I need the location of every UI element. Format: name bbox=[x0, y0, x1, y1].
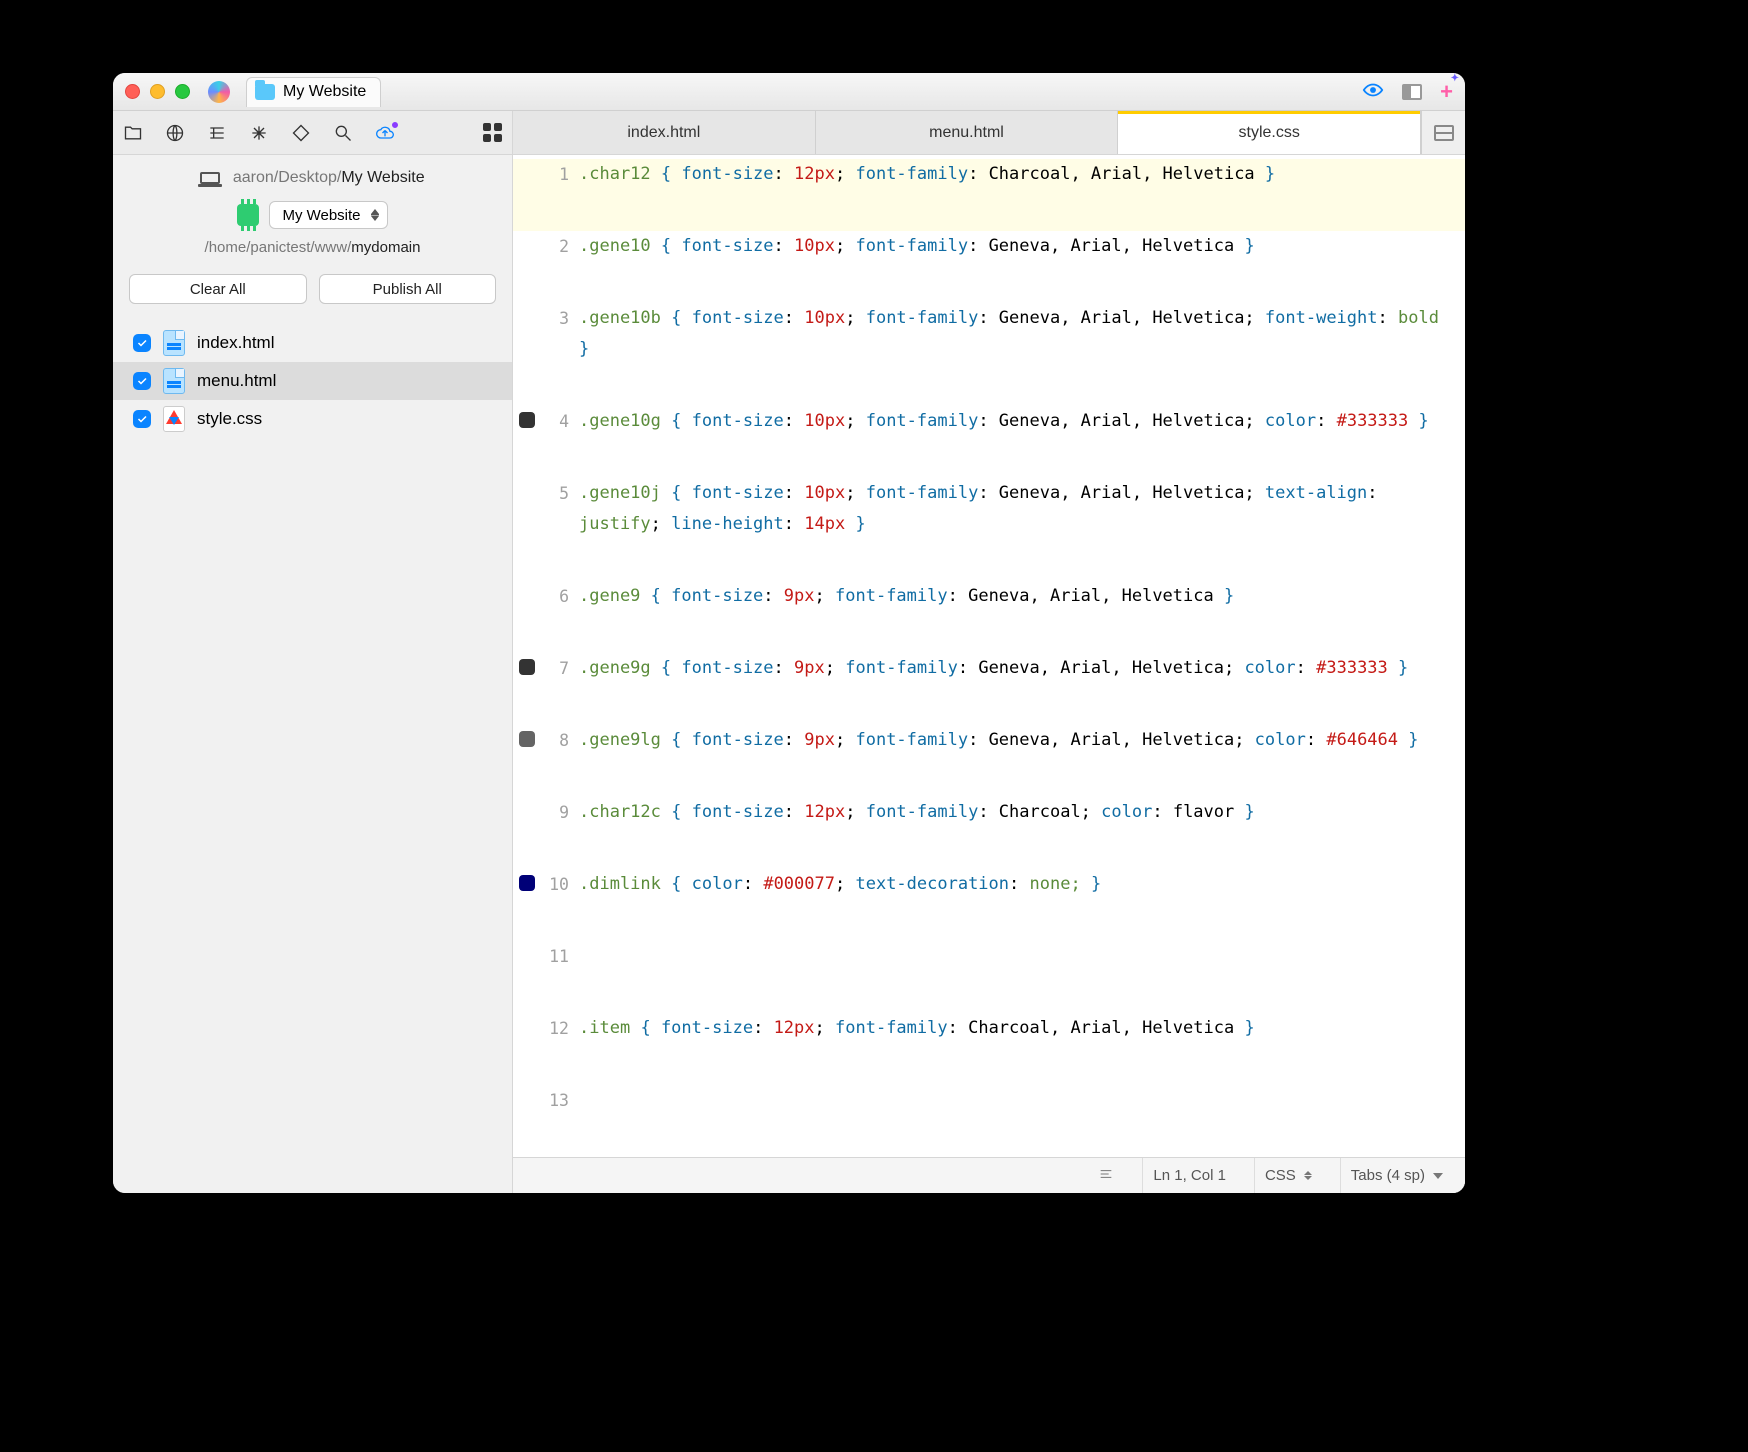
clear-all-button[interactable]: Clear All bbox=[129, 274, 307, 304]
code-line[interactable]: .gene10 { font-size: 10px; font-family: … bbox=[579, 231, 1465, 303]
indent-label: Tabs (4 sp) bbox=[1351, 1167, 1425, 1184]
code-line[interactable]: .gene10g { font-size: 10px; font-family:… bbox=[579, 406, 1465, 478]
cursor-position[interactable]: Ln 1, Col 1 bbox=[1142, 1158, 1236, 1193]
server-chip-icon bbox=[237, 204, 259, 226]
laptop-icon bbox=[200, 172, 220, 184]
file-type-icon bbox=[163, 330, 185, 356]
zoom-window-button[interactable] bbox=[175, 84, 190, 99]
window-title: My Website bbox=[283, 83, 366, 101]
app-window: My Website + bbox=[113, 73, 1465, 1193]
editor-tabbar: index.htmlmenu.htmlstyle.css bbox=[513, 111, 1465, 155]
file-checkbox[interactable] bbox=[133, 334, 151, 352]
project-select-value: My Website bbox=[282, 207, 360, 224]
local-path-breadcrumb[interactable]: aaron/Desktop/My Website bbox=[113, 155, 512, 197]
publish-file-list: index.html menu.html style.css bbox=[113, 318, 512, 444]
new-tab-icon[interactable]: + bbox=[1440, 79, 1453, 105]
folder-icon bbox=[255, 84, 275, 100]
indent-icon[interactable] bbox=[207, 123, 227, 143]
code-line[interactable]: .char12 { font-size: 12px; font-family: … bbox=[579, 159, 1465, 231]
app-icon bbox=[208, 81, 230, 103]
file-checkbox[interactable] bbox=[133, 410, 151, 428]
close-window-button[interactable] bbox=[125, 84, 140, 99]
remote-path[interactable]: /home/panictest/www/mydomain bbox=[113, 235, 512, 268]
line-number[interactable]: 11 bbox=[541, 941, 579, 1013]
code-line[interactable]: .gene9g { font-size: 9px; font-family: G… bbox=[579, 653, 1465, 725]
language-mode[interactable]: CSS bbox=[1254, 1158, 1322, 1193]
editor-tab[interactable]: style.css bbox=[1118, 111, 1421, 154]
code-line[interactable]: .gene9 { font-size: 9px; font-family: Ge… bbox=[579, 581, 1465, 653]
line-number[interactable]: 2 bbox=[541, 231, 579, 303]
breadcrumb-prefix: aaron/Desktop/ bbox=[233, 169, 342, 186]
line-number[interactable]: 12 bbox=[541, 1013, 579, 1085]
snippet-icon[interactable] bbox=[249, 123, 269, 143]
preview-icon[interactable] bbox=[1362, 79, 1384, 104]
publish-icon[interactable] bbox=[375, 123, 395, 143]
remote-path-current: mydomain bbox=[351, 239, 420, 256]
indent-mode[interactable]: Tabs (4 sp) bbox=[1340, 1158, 1453, 1193]
list-icon bbox=[1098, 1166, 1114, 1186]
sidebar: aaron/Desktop/My Website My Website /hom… bbox=[113, 111, 513, 1193]
window-controls bbox=[125, 84, 190, 99]
line-number[interactable]: 6 bbox=[541, 581, 579, 653]
color-swatch[interactable] bbox=[519, 875, 535, 891]
file-checkbox[interactable] bbox=[133, 372, 151, 390]
symbols-menu[interactable] bbox=[1088, 1158, 1124, 1193]
code-line[interactable]: .item { font-size: 12px; font-family: Ch… bbox=[579, 1013, 1465, 1085]
line-number[interactable]: 7 bbox=[541, 653, 579, 725]
search-icon[interactable] bbox=[333, 123, 353, 143]
window-title-tab[interactable]: My Website bbox=[246, 77, 381, 107]
line-number[interactable]: 13 bbox=[541, 1085, 579, 1157]
editor-area: index.htmlmenu.htmlstyle.css 1.char12 { … bbox=[513, 111, 1465, 1193]
code-line[interactable]: .dimlink { color: #000077; text-decorati… bbox=[579, 869, 1465, 941]
line-number[interactable]: 3 bbox=[541, 303, 579, 406]
files-icon[interactable] bbox=[123, 123, 143, 143]
code-editor[interactable]: 1.char12 { font-size: 12px; font-family:… bbox=[513, 155, 1465, 1157]
publish-all-button[interactable]: Publish All bbox=[319, 274, 497, 304]
color-swatch[interactable] bbox=[519, 659, 535, 675]
cursor-position-label: Ln 1, Col 1 bbox=[1153, 1167, 1226, 1184]
remote-path-prefix: /home/panictest/www/ bbox=[205, 239, 352, 256]
file-row[interactable]: menu.html bbox=[113, 362, 512, 400]
breadcrumb-current: My Website bbox=[341, 169, 424, 186]
project-select[interactable]: My Website bbox=[269, 201, 387, 229]
file-name: index.html bbox=[197, 333, 274, 353]
line-number[interactable]: 5 bbox=[541, 478, 579, 581]
split-editor-icon[interactable] bbox=[1421, 111, 1465, 154]
editor-tab[interactable]: menu.html bbox=[816, 111, 1119, 154]
scm-icon[interactable] bbox=[291, 123, 311, 143]
file-name: menu.html bbox=[197, 371, 276, 391]
line-number[interactable]: 8 bbox=[541, 725, 579, 797]
color-swatch[interactable] bbox=[519, 731, 535, 747]
minimize-window-button[interactable] bbox=[150, 84, 165, 99]
file-row[interactable]: index.html bbox=[113, 324, 512, 362]
titlebar: My Website + bbox=[113, 73, 1465, 111]
file-row[interactable]: style.css bbox=[113, 400, 512, 438]
sidebar-toolbar bbox=[113, 111, 512, 155]
line-number[interactable]: 4 bbox=[541, 406, 579, 478]
code-line[interactable]: .gene10j { font-size: 10px; font-family:… bbox=[579, 478, 1465, 581]
code-line[interactable]: .char12c { font-size: 12px; font-family:… bbox=[579, 797, 1465, 869]
color-swatch[interactable] bbox=[519, 412, 535, 428]
editor-tab[interactable]: index.html bbox=[513, 111, 816, 154]
code-line[interactable]: .gene10b { font-size: 10px; font-family:… bbox=[579, 303, 1465, 406]
language-label: CSS bbox=[1265, 1167, 1296, 1184]
file-type-icon bbox=[163, 368, 185, 394]
status-bar: Ln 1, Col 1 CSS Tabs (4 sp) bbox=[513, 1157, 1465, 1193]
code-line[interactable]: .gene9lg { font-size: 9px; font-family: … bbox=[579, 725, 1465, 797]
globe-icon[interactable] bbox=[165, 123, 185, 143]
line-number[interactable]: 9 bbox=[541, 797, 579, 869]
line-number[interactable]: 10 bbox=[541, 869, 579, 941]
sidebar-toggle-icon[interactable] bbox=[1402, 84, 1422, 100]
file-name: style.css bbox=[197, 409, 262, 429]
code-line[interactable] bbox=[579, 941, 1465, 1013]
file-type-icon bbox=[163, 406, 185, 432]
code-line[interactable] bbox=[579, 1085, 1465, 1157]
line-number[interactable]: 1 bbox=[541, 159, 579, 231]
apps-icon[interactable] bbox=[482, 123, 502, 143]
